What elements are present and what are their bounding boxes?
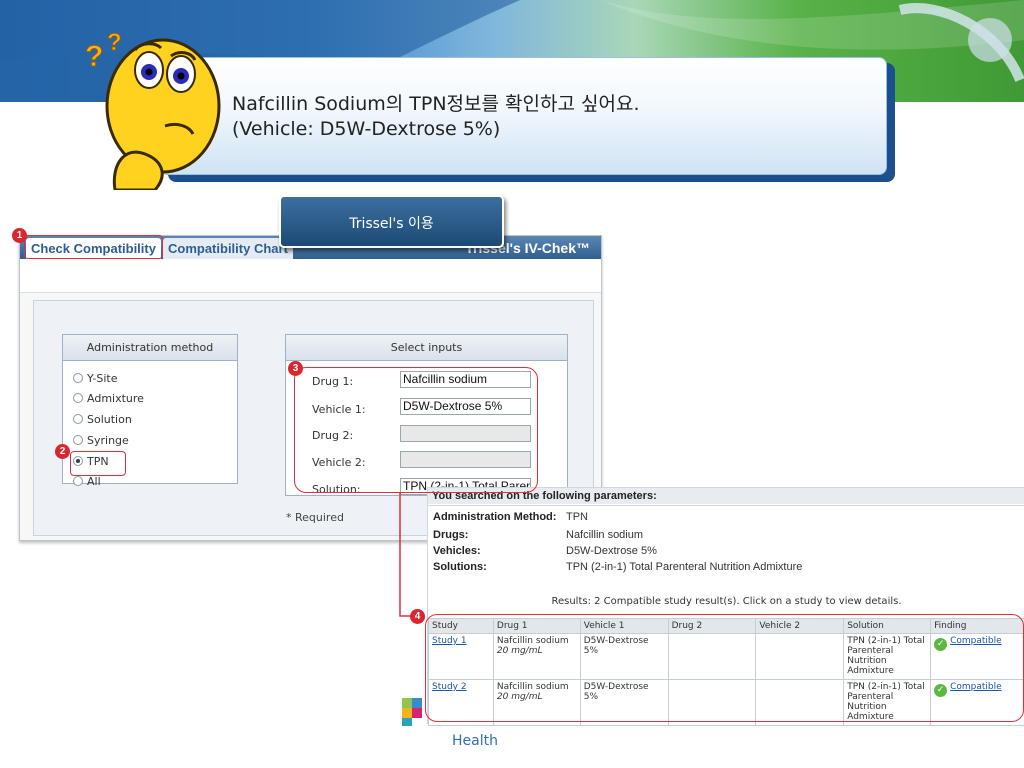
- speech-line-1: Nafcillin Sodium의 TPN정보를 확인하고 싶어요.: [232, 93, 640, 115]
- slide: Nafcillin Sodium의 TPN정보를 확인하고 싶어요. (Vehi…: [0, 0, 1024, 768]
- stethoscope-graphic: [898, 3, 1024, 82]
- param-admin-key: Administration Method:: [433, 511, 557, 523]
- svg-text:?: ?: [85, 40, 103, 73]
- highlight-tpn: [70, 451, 126, 476]
- step-marker-3: 3: [288, 361, 303, 376]
- admin-panel-title: Administration method: [63, 335, 237, 361]
- radio-icon[interactable]: [73, 476, 83, 486]
- radio-label: Syringe: [87, 434, 129, 447]
- svg-text:?: ?: [107, 29, 122, 56]
- toolbar-strip: [20, 259, 601, 293]
- param-vehicles-value: D5W-Dextrose 5%: [566, 545, 657, 557]
- radio-icon[interactable]: [73, 414, 83, 424]
- badge-label: Trissel's 이용: [349, 216, 434, 232]
- radio-icon[interactable]: [73, 393, 83, 403]
- results-divider: [428, 505, 1024, 506]
- highlight-inputs: [294, 367, 538, 493]
- param-solutions-key: Solutions:: [433, 561, 487, 573]
- radio-syringe[interactable]: Syringe: [73, 433, 129, 449]
- param-drugs-value: Nafcillin sodium: [566, 529, 644, 541]
- step-marker-4: 4: [410, 609, 425, 624]
- highlight-check-compatibility: [24, 235, 163, 259]
- step-marker-2: 2: [55, 444, 70, 459]
- results-summary: Results: 2 Compatible study result(s). C…: [551, 596, 902, 607]
- wk-logo-icon: [402, 698, 422, 726]
- radio-label: Y-Site: [87, 372, 118, 385]
- thinking-face-icon: ? ?: [85, 29, 221, 190]
- health-label: Health: [452, 733, 498, 749]
- radio-label: Admixture: [87, 392, 144, 405]
- param-solutions-value: TPN (2-in-1) Total Parenteral Nutrition …: [566, 561, 803, 573]
- inputs-panel-title: Select inputs: [286, 335, 567, 361]
- speech-text: Nafcillin Sodium의 TPN정보를 확인하고 싶어요. (Vehi…: [232, 92, 639, 142]
- param-drugs-key: Drugs:: [433, 529, 469, 541]
- speech-line-2: (Vehicle: D5W-Dextrose 5%): [232, 118, 501, 140]
- highlight-results-table: [425, 614, 1024, 722]
- radio-solution[interactable]: Solution: [73, 412, 132, 428]
- trissel-badge: Trissel's 이용: [279, 195, 504, 248]
- tab-compatibility-chart[interactable]: Compatibility Chart: [163, 238, 293, 259]
- radio-icon[interactable]: [73, 373, 83, 383]
- radio-label: All: [87, 475, 101, 488]
- radio-all[interactable]: All: [73, 474, 101, 490]
- required-note: * Required: [286, 511, 344, 524]
- param-admin-value: TPN: [566, 511, 588, 523]
- radio-admixture[interactable]: Admixture: [73, 391, 144, 407]
- step-marker-1: 1: [12, 228, 27, 243]
- radio-y-site[interactable]: Y-Site: [73, 371, 118, 387]
- radio-label: Solution: [87, 413, 132, 426]
- param-vehicles-key: Vehicles:: [433, 545, 481, 557]
- radio-icon[interactable]: [73, 435, 83, 445]
